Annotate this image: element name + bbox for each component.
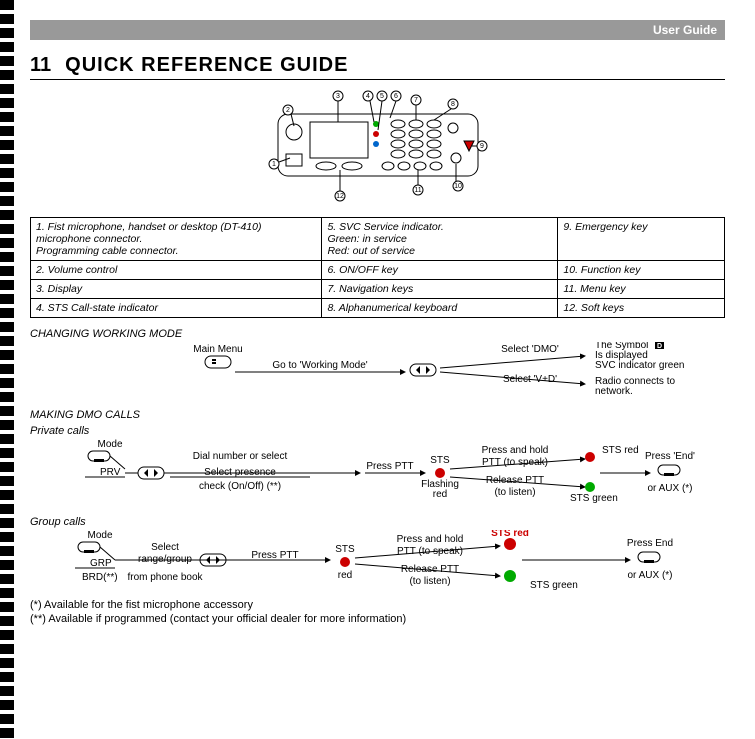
legend-4: 4. STS Call-state indicator xyxy=(31,299,322,318)
legend-11: 11. Menu key xyxy=(558,280,725,299)
press-ptt: Press PTT xyxy=(251,550,298,561)
table-row: 2. Volume control 6. ON/OFF key 10. Func… xyxy=(31,261,725,280)
release-a: Release PTT xyxy=(486,475,544,486)
red-label: red xyxy=(338,570,352,581)
callout-1: 1 xyxy=(272,161,276,168)
table-row: 4. STS Call-state indicator 8. Alphanume… xyxy=(31,299,725,318)
or-aux: or AUX (*) xyxy=(647,483,692,494)
svg-text:D: D xyxy=(657,343,662,350)
legend-12: 12. Soft keys xyxy=(558,299,725,318)
legend-8: 8. Alphanumerical keyboard xyxy=(322,299,558,318)
flow-private: Mode PRV Dial number or select Select pr… xyxy=(30,439,725,512)
callout-2: 2 xyxy=(286,107,290,114)
callout-11: 11 xyxy=(414,187,421,194)
mode-label: Mode xyxy=(97,439,122,450)
press-end: Press End xyxy=(627,538,673,549)
hold-a: Press and hold xyxy=(482,445,549,456)
device-figure: 1 2 3 4 5 6 7 8 9 10 11 xyxy=(30,86,725,209)
brd-label: BRD(**) xyxy=(82,572,118,583)
legend-table: 1. Fist microphone, handset or desktop (… xyxy=(30,217,725,318)
goto-working-mode: Go to 'Working Mode' xyxy=(272,360,367,371)
footnote-1: (*) Available for the fist microphone ac… xyxy=(30,599,725,611)
select-vd: Select 'V+D' xyxy=(503,374,557,385)
chapter-heading: 11 QUICK REFERENCE GUIDE xyxy=(30,54,725,77)
callout-10: 10 xyxy=(454,183,462,190)
select-dmo: Select 'DMO' xyxy=(501,344,559,355)
radio-b: network. xyxy=(595,386,633,397)
legend-1: 1. Fist microphone, handset or desktop (… xyxy=(31,218,322,261)
select-label: Select xyxy=(151,542,179,553)
grp-label: GRP xyxy=(90,558,112,569)
legend-text: 1. Fist microphone, handset or desktop (… xyxy=(36,221,261,245)
phonebook-label: from phone book xyxy=(127,572,203,583)
press-end: Press 'End' xyxy=(645,451,695,462)
dial-label: Dial number or select xyxy=(193,451,288,462)
legend-9: 9. Emergency key xyxy=(558,218,725,261)
main-menu-label: Main Menu xyxy=(193,344,242,355)
red-label: red xyxy=(433,489,447,500)
callout-4: 4 xyxy=(366,93,370,100)
mode-label: Mode xyxy=(87,530,112,541)
release-b: (to listen) xyxy=(409,576,450,587)
release-b: (to listen) xyxy=(494,487,535,498)
callout-9: 9 xyxy=(480,143,484,150)
press-ptt: Press PTT xyxy=(366,461,413,472)
check-label: check (On/Off) (**) xyxy=(199,481,281,492)
callout-6: 6 xyxy=(394,93,398,100)
device-svg: 1 2 3 4 5 6 7 8 9 10 11 xyxy=(248,86,508,206)
chapter-number: 11 xyxy=(30,54,51,77)
sts-label: STS xyxy=(430,455,450,466)
section-making-title: MAKING DMO CALLS xyxy=(30,409,725,421)
section-private-subtitle: Private calls xyxy=(30,425,725,437)
legend-10: 10. Function key xyxy=(558,261,725,280)
table-row: 1. Fist microphone, handset or desktop (… xyxy=(31,218,725,261)
header-band: User Guide xyxy=(30,20,725,40)
release-a: Release PTT xyxy=(401,564,459,575)
table-row: 3. Display 7. Navigation keys 11. Menu k… xyxy=(31,280,725,299)
header-user-guide: User Guide xyxy=(653,23,717,37)
sts-green-label: STS green xyxy=(530,580,578,591)
callout-7: 7 xyxy=(414,97,418,104)
sts-red-label: STS red xyxy=(602,445,639,456)
or-aux: or AUX (*) xyxy=(627,570,672,581)
flow-changing: Main Menu Go to 'Working Mode' Select 'D… xyxy=(30,342,725,405)
callout-5: 5 xyxy=(380,93,384,100)
callout-8: 8 xyxy=(451,101,455,108)
footnote-2: (**) Available if programmed (contact yo… xyxy=(30,613,725,625)
legend-7: 7. Navigation keys xyxy=(322,280,558,299)
section-group-title: Group calls xyxy=(30,516,725,528)
sts-red-label: STS red xyxy=(491,530,529,539)
sts-green-label: STS green xyxy=(570,493,618,504)
presence-label: Select presence xyxy=(204,467,276,478)
page: User Guide 11 QUICK REFERENCE GUIDE xyxy=(0,0,755,645)
flow-group: Mode GRP BRD(**) Select range/group from… xyxy=(30,530,725,597)
legend-text: Programming cable connector. xyxy=(36,245,179,257)
callout-3: 3 xyxy=(336,93,340,100)
legend-text: Green: in service xyxy=(327,233,406,245)
section-changing-title: CHANGING WORKING MODE xyxy=(30,328,725,340)
svc-green: SVC indicator green xyxy=(595,360,685,371)
legend-3: 3. Display xyxy=(31,280,322,299)
legend-6: 6. ON/OFF key xyxy=(322,261,558,280)
heading-underline xyxy=(30,79,725,80)
hold-a: Press and hold xyxy=(397,534,464,545)
prv-label: PRV xyxy=(100,467,121,478)
legend-2: 2. Volume control xyxy=(31,261,322,280)
legend-text: 5. SVC Service indicator. xyxy=(327,221,443,233)
chapter-title: QUICK REFERENCE GUIDE xyxy=(65,54,348,77)
binding-stripes xyxy=(0,0,14,739)
legend-5: 5. SVC Service indicator. Green: in serv… xyxy=(322,218,558,261)
callout-12: 12 xyxy=(336,193,344,200)
legend-text: Red: out of service xyxy=(327,245,415,257)
hold-b: PTT (to speak) xyxy=(482,457,548,468)
hold-b: PTT (to speak) xyxy=(397,546,463,557)
sts-label: STS xyxy=(335,544,355,555)
